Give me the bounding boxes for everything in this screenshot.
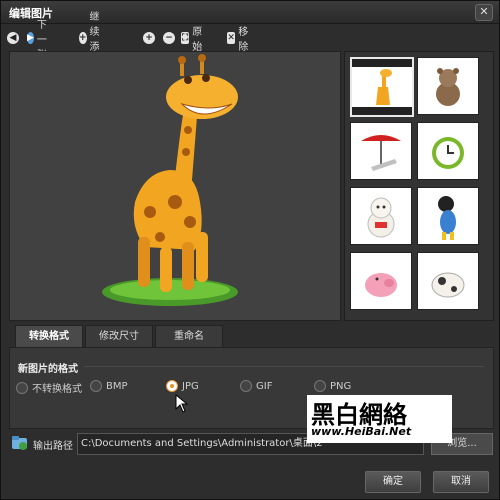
original-label: 原始 [192, 27, 203, 53]
cancel-button[interactable]: 取消 [433, 471, 489, 493]
beach-chair-umbrella-icon [361, 135, 401, 171]
thumbnail-list [344, 51, 494, 321]
mouse-cursor-icon [175, 394, 189, 413]
zoom-in-button[interactable]: + [143, 29, 158, 47]
image-preview [9, 51, 341, 321]
zoom-in-icon: + [143, 32, 155, 44]
thumbnail-giraffe[interactable] [350, 57, 414, 117]
prev-button[interactable]: ◀ [7, 29, 22, 47]
remove-icon: ✕ [227, 32, 236, 44]
giraffe-icon [102, 54, 238, 306]
radio-label: BMP [106, 380, 128, 392]
close-button[interactable]: ✕ [475, 4, 493, 21]
radio-bmp[interactable]: BMP [90, 380, 128, 392]
radio-label: JPG [182, 380, 199, 392]
output-path-label: 输出路径 [33, 441, 73, 452]
radio-label: 不转换格式 [32, 384, 82, 395]
thumbnail-beach-chair[interactable] [350, 122, 412, 180]
edit-picture-window: 编辑图片 ✕ ◀ ▶下一张 +继续添加 + − ⛶原始 ✕移除 [0, 0, 500, 500]
thumbnail-pig[interactable] [350, 252, 412, 310]
arrow-right-icon: ▶ [27, 32, 34, 44]
thumbnail-teddy-bear[interactable] [417, 57, 479, 115]
radio-label: GIF [256, 380, 273, 392]
format-section-label: 新图片的格式 [18, 364, 78, 375]
divider [84, 366, 484, 367]
add-more-button[interactable]: +继续添加 [79, 12, 104, 68]
radio-dot [16, 381, 28, 394]
radio-dot [240, 380, 252, 392]
tab-convert-format[interactable]: 转换格式 [15, 325, 83, 347]
next-button[interactable]: ▶下一张 [27, 20, 52, 61]
radio-dot [314, 380, 326, 392]
watermark-logo: 黑白網絡 www.HeiBai.Net [307, 395, 452, 443]
giraffe-icon [352, 59, 412, 115]
radio-dot [90, 380, 102, 392]
tab-resize[interactable]: 修改尺寸 [85, 325, 153, 347]
plus-icon: + [79, 32, 87, 44]
remove-button[interactable]: ✕ 移除 [227, 27, 252, 53]
arrow-left-icon: ◀ [7, 32, 19, 44]
thumbnail-cow[interactable] [417, 252, 479, 310]
alarm-clock-icon [432, 137, 464, 169]
radio-label: PNG [330, 380, 352, 392]
lucky-cat-icon [367, 197, 395, 238]
remove-label: 移除 [238, 27, 249, 53]
tab-rename[interactable]: 重命名 [155, 325, 223, 347]
thumbnail-cartoon-dog[interactable] [417, 187, 479, 245]
zoom-out-icon: − [163, 32, 175, 44]
original-size-button[interactable]: ⛶ 原始 [181, 27, 206, 53]
cartoon-dog-icon [438, 196, 456, 240]
radio-dot-checked [166, 380, 178, 392]
folder-icon [12, 436, 27, 450]
watermark-url: www.HeiBai.Net [311, 425, 412, 438]
radio-jpg[interactable]: JPG [166, 380, 199, 392]
zoom-out-button[interactable]: − [163, 29, 178, 47]
ok-button[interactable]: 确定 [365, 471, 421, 493]
thumbnail-alarm-clock[interactable] [417, 122, 479, 180]
radio-gif[interactable]: GIF [240, 380, 272, 392]
cow-icon [431, 272, 465, 298]
close-icon: ✕ [479, 5, 489, 18]
title-bar: 编辑图片 ✕ [1, 1, 499, 24]
thumbnail-lucky-cat[interactable] [350, 187, 412, 245]
teddy-bear-icon [436, 68, 460, 106]
radio-png[interactable]: PNG [314, 380, 351, 392]
pig-icon [365, 273, 397, 297]
fit-icon: ⛶ [181, 32, 190, 44]
radio-no-convert[interactable]: 不转换格式 [16, 380, 82, 395]
